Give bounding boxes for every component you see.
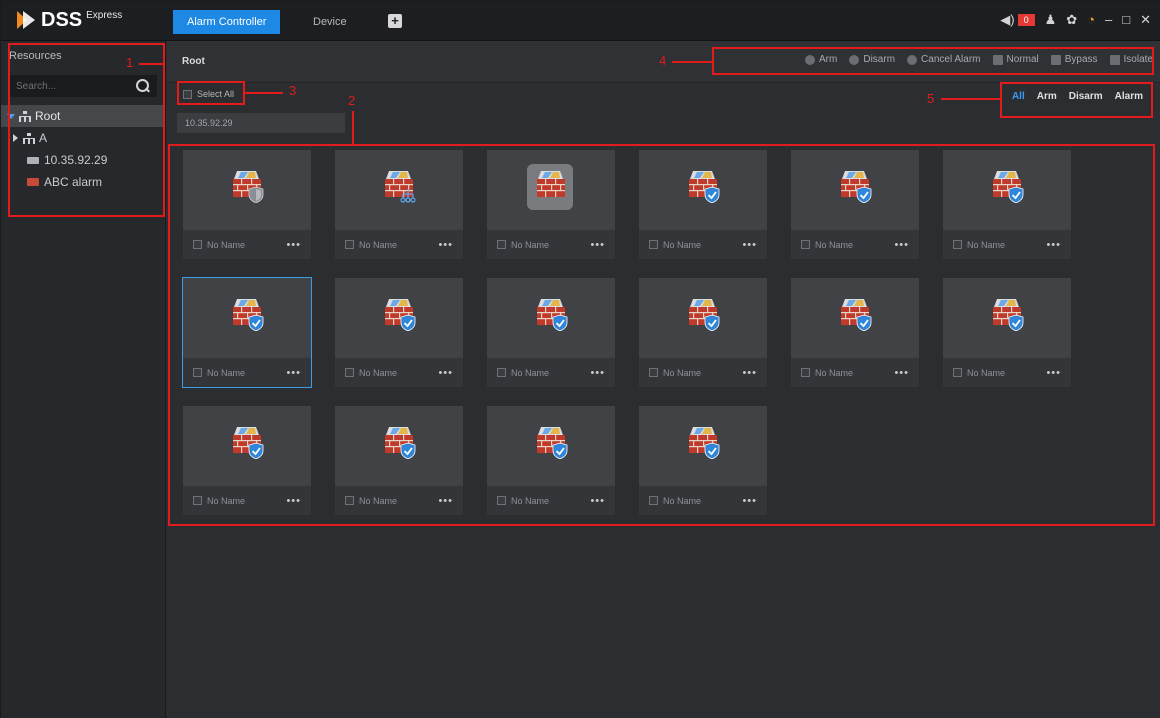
user-icon[interactable]: ♟ (1045, 13, 1057, 27)
logo-icon (17, 11, 35, 29)
minimize-icon[interactable]: – (1105, 13, 1112, 27)
settings-icon[interactable]: ✿ (1066, 13, 1077, 27)
annotation-label-2: 2 (348, 93, 356, 108)
device-chip[interactable]: 10.35.92.29 (177, 113, 345, 133)
speaker-icon: ◀︎) (1000, 12, 1015, 27)
annotation-box-4 (712, 47, 1154, 75)
annotation-box-1 (8, 43, 165, 217)
close-icon[interactable]: ✕ (1140, 13, 1151, 27)
logo-subtext: Express (86, 10, 123, 21)
alarm-count-badge: 0 (1017, 14, 1035, 26)
annotation-line-5 (941, 98, 1000, 100)
system-tray: ◀︎) 0 ♟ ✿ ◔ – □ ✕ (1000, 13, 1151, 27)
alarm-sound-toggle[interactable]: ◀︎) 0 (1000, 12, 1035, 27)
performance-icon[interactable]: ◔ (1087, 13, 1095, 27)
annotation-label-5: 5 (927, 91, 935, 106)
annotation-label-4: 4 (659, 53, 667, 68)
annotation-line-1 (139, 63, 163, 65)
annotation-line-4 (672, 61, 712, 63)
annotation-line-2 (352, 111, 354, 145)
maximize-icon[interactable]: □ (1122, 13, 1130, 27)
annotation-box-2 (168, 144, 1155, 526)
annotation-line-3 (245, 92, 283, 94)
logo: DSS Express (15, 9, 122, 31)
logo-text: DSS (41, 9, 83, 31)
top-bar: DSS Express Alarm Controller Device + ◀︎… (1, 1, 1160, 41)
annotation-label-1: 1 (126, 55, 134, 70)
tab-alarm-controller[interactable]: Alarm Controller (173, 10, 281, 34)
tab-device[interactable]: Device (299, 10, 361, 34)
annotation-box-5 (1000, 82, 1153, 118)
app-window: DSS Express Alarm Controller Device + ◀︎… (0, 0, 1160, 718)
annotation-label-3: 3 (289, 83, 297, 98)
breadcrumb[interactable]: Root (182, 56, 205, 67)
annotation-box-3 (177, 81, 245, 105)
add-tab-button[interactable]: + (388, 14, 402, 28)
